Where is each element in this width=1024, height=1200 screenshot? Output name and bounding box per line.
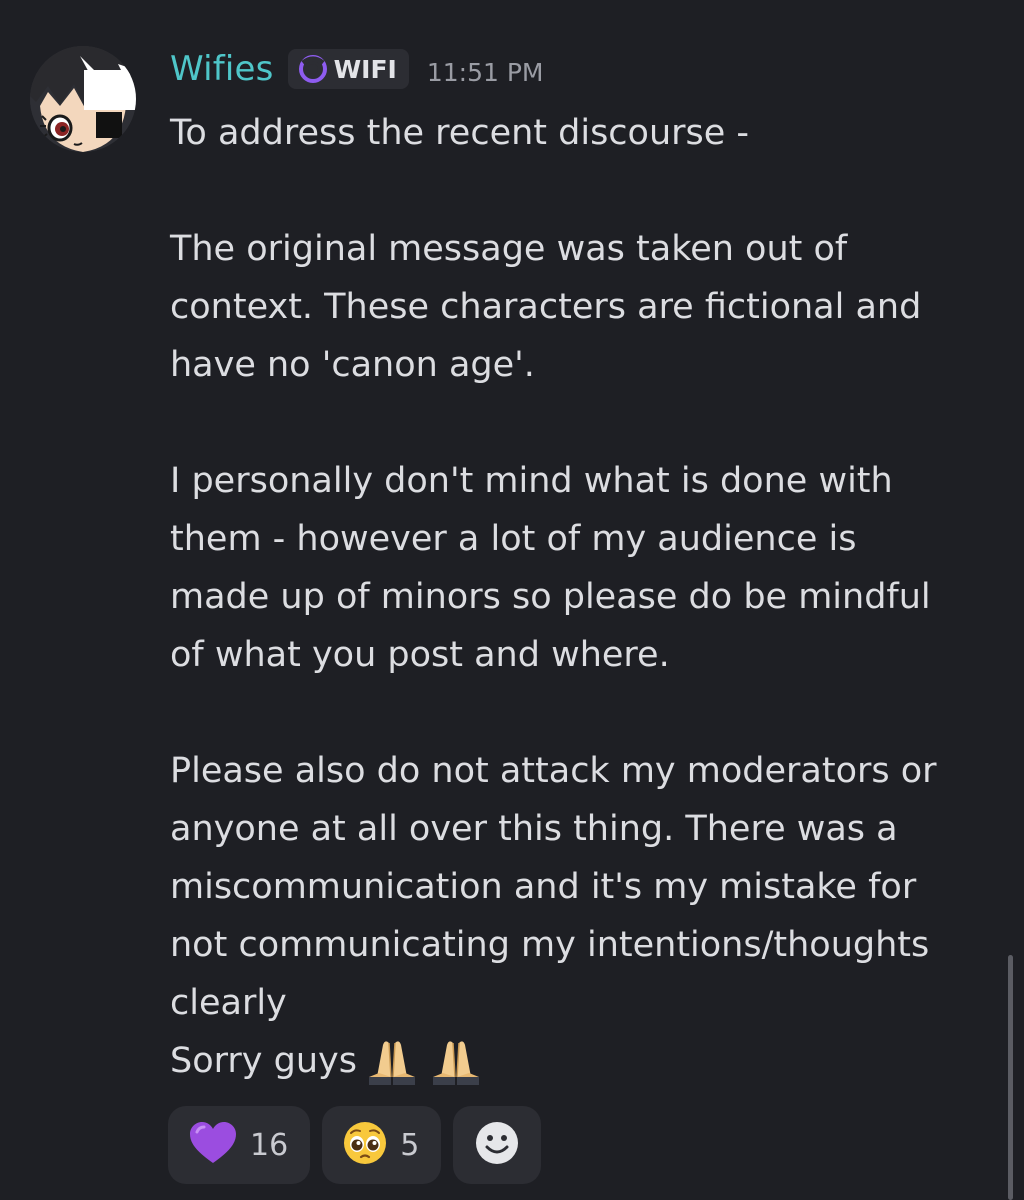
- user-avatar[interactable]: [30, 46, 136, 152]
- message-line: clearly: [170, 983, 287, 1023]
- folded-hands-emoji-icon: [427, 1037, 485, 1085]
- reaction-pleading-face[interactable]: 5: [322, 1106, 442, 1184]
- message-line: not communicating my intentions/thoughts: [170, 925, 930, 965]
- message-header: Wifies WIFI 11:51 PM: [170, 44, 543, 94]
- message-timestamp: 11:51 PM: [426, 57, 544, 87]
- smiley-add-reaction-icon: [474, 1120, 520, 1170]
- message-line: miscommunication and it's my mistake for: [170, 867, 917, 907]
- folded-hands-emoji-icon: [363, 1037, 421, 1085]
- message-line: made up of minors so please do be mindfu…: [170, 577, 931, 617]
- server-tag[interactable]: WIFI: [287, 49, 409, 89]
- crescent-ring-icon: [298, 54, 328, 84]
- purple-heart-emoji-icon: [188, 1121, 238, 1169]
- add-reaction-button[interactable]: [453, 1106, 542, 1184]
- reaction-count: 16: [250, 1127, 289, 1163]
- reaction-count: 5: [400, 1127, 420, 1163]
- scrollbar-thumb[interactable]: [1008, 955, 1013, 1200]
- server-tag-label: WIFI: [333, 54, 397, 84]
- message-line: I personally don't mind what is done wit…: [170, 461, 893, 501]
- message-line: context. These characters are fictional …: [170, 287, 922, 327]
- message-line: of what you post and where.: [170, 635, 670, 675]
- chat-message: Wifies WIFI 11:51 PM To address the rece…: [0, 0, 1024, 1200]
- message-line: them - however a lot of my audience is: [170, 519, 857, 559]
- closing-line: Sorry guys: [170, 1032, 1010, 1090]
- message-line: Please also do not attack my moderators …: [170, 751, 937, 791]
- closing-text: Sorry guys: [170, 1041, 357, 1081]
- message-line: To address the recent discourse -: [170, 113, 750, 153]
- message-line: anyone at all over this thing. There was…: [170, 809, 898, 849]
- message-line: The original message was taken out of: [170, 229, 848, 269]
- message-line: have no 'canon age'.: [170, 345, 535, 385]
- username[interactable]: Wifies: [170, 49, 274, 89]
- reaction-purple-heart[interactable]: 16: [168, 1106, 311, 1184]
- reactions-bar: 16 5: [168, 1106, 542, 1184]
- avatar-image: [30, 46, 136, 152]
- pleading-face-emoji-icon: [342, 1120, 388, 1170]
- message-content: To address the recent discourse - The or…: [170, 104, 1010, 1090]
